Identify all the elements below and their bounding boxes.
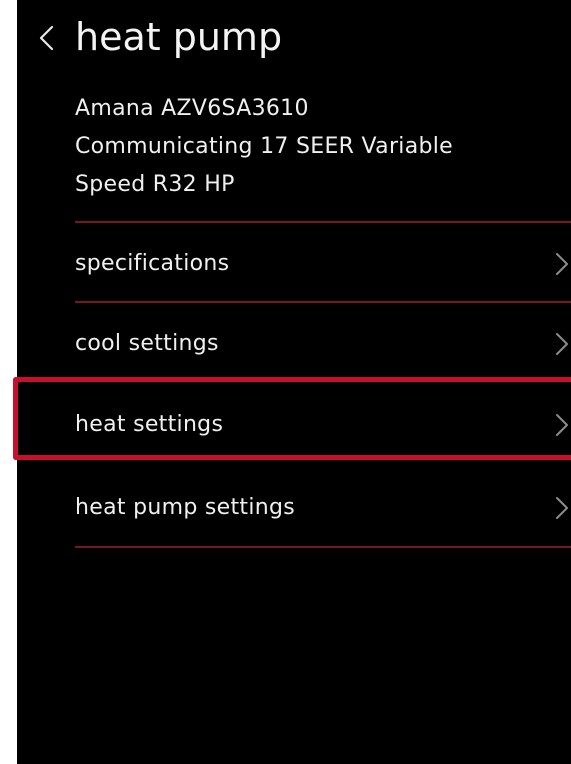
- back-chevron-icon[interactable]: [35, 22, 59, 54]
- chevron-right-icon: [551, 329, 571, 359]
- divider: [75, 546, 571, 548]
- app-screen: heat pump Amana AZV6SA3610 Communicating…: [17, 0, 571, 764]
- menu-item-label: heat settings: [75, 412, 224, 437]
- device-name-line: Communicating 17 SEER Variable: [75, 134, 454, 159]
- menu-item-heat-settings[interactable]: heat settings: [17, 386, 571, 464]
- page-title: heat pump: [75, 15, 283, 59]
- menu-item-specifications[interactable]: specifications: [17, 225, 571, 303]
- device-name-line: Amana AZV6SA3610: [75, 96, 309, 121]
- chevron-right-icon: [551, 249, 571, 279]
- chevron-right-icon: [551, 410, 571, 440]
- menu-item-cool-settings[interactable]: cool settings: [17, 305, 571, 383]
- header: heat pump: [17, 8, 571, 68]
- menu-item-heat-pump-settings[interactable]: heat pump settings: [17, 469, 571, 547]
- menu-item-label: cool settings: [75, 331, 219, 356]
- device-name-line: Speed R32 HP: [75, 172, 235, 197]
- divider: [75, 221, 571, 223]
- chevron-right-icon: [551, 493, 571, 523]
- divider: [75, 301, 571, 303]
- menu-item-label: heat pump settings: [75, 495, 296, 520]
- menu-item-label: specifications: [75, 251, 230, 276]
- device-name: Amana AZV6SA3610 Communicating 17 SEER V…: [75, 90, 555, 204]
